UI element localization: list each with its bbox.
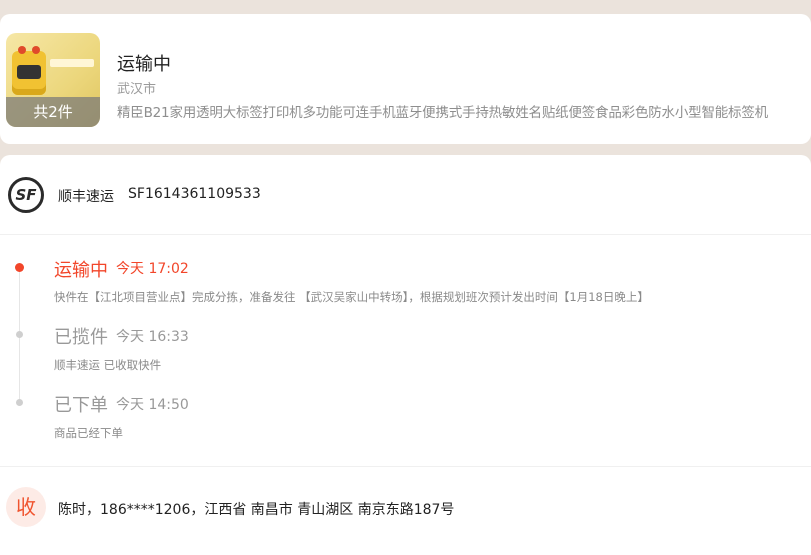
- printer-image-label: [50, 59, 94, 67]
- timeline-status: 已揽件: [54, 327, 108, 348]
- timeline-status: 已下单: [54, 395, 108, 416]
- order-summary-card[interactable]: 共2件 运输中 武汉市 精臣B21家用透明大标签打印机多功能可连手机蓝牙便携式手…: [0, 14, 811, 144]
- timeline-time: 今天 14:50: [116, 397, 189, 413]
- timeline-dot-active: [15, 263, 24, 272]
- timeline-description: 商品已经下单: [54, 426, 123, 440]
- timeline-time: 今天 17:02: [116, 261, 189, 277]
- order-status-title: 运输中: [117, 54, 171, 75]
- printer-image-face: [17, 65, 41, 79]
- printer-image-ear: [18, 46, 26, 54]
- timeline-description: 顺丰速运 已收取快件: [54, 358, 162, 372]
- printer-image-ear: [32, 46, 40, 54]
- timeline-time: 今天 16:33: [116, 329, 189, 345]
- timeline-status: 运输中: [54, 260, 108, 281]
- timeline-dot: [16, 399, 23, 406]
- current-city: 武汉市: [117, 82, 157, 97]
- timeline-dot: [16, 331, 23, 338]
- receiver-badge-icon: 收: [6, 487, 46, 527]
- product-title[interactable]: 精臣B21家用透明大标签打印机多功能可连手机蓝牙便携式手持热敏姓名贴纸便签食品彩…: [117, 101, 768, 121]
- timeline-description: 快件在【江北项目营业点】完成分拣，准备发往 【武汉吴家山中转场】，根据规划班次预…: [54, 290, 649, 304]
- item-count-badge: 共2件: [6, 97, 100, 127]
- sf-express-logo-icon: SF: [8, 177, 44, 213]
- product-thumbnail[interactable]: 共2件: [6, 33, 100, 127]
- logistics-detail-card: SF 顺丰速运 SF1614361109533 运输中 今天 17:02 快件在…: [0, 155, 811, 555]
- receiver-address[interactable]: 陈时，186****1206，江西省 南昌市 青山湖区 南京东路187号: [58, 499, 454, 519]
- divider: [0, 234, 811, 235]
- tracking-number[interactable]: SF1614361109533: [128, 186, 261, 202]
- carrier-name: 顺丰速运: [58, 189, 114, 205]
- divider: [0, 466, 811, 467]
